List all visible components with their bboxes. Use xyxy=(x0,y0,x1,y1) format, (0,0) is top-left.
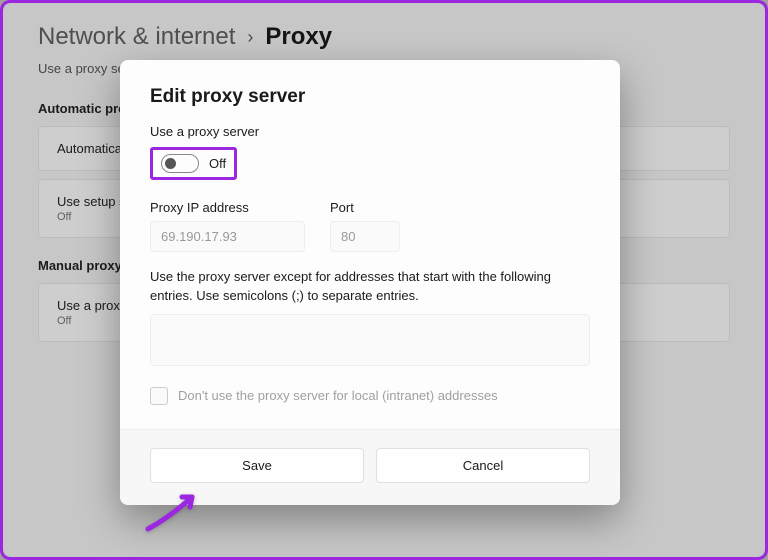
toggle-label: Use a proxy server xyxy=(150,124,590,139)
chevron-right-icon: › xyxy=(247,27,253,48)
cancel-button[interactable]: Cancel xyxy=(376,448,590,483)
breadcrumb-parent[interactable]: Network & internet xyxy=(38,23,235,51)
exceptions-textarea[interactable] xyxy=(150,314,590,366)
page-title: Proxy xyxy=(265,23,332,51)
toggle-state-text: Off xyxy=(209,156,226,171)
use-proxy-toggle[interactable]: Off xyxy=(150,147,237,180)
breadcrumb: Network & internet › Proxy xyxy=(38,23,730,51)
edit-proxy-dialog: Edit proxy server Use a proxy server Off… xyxy=(120,60,620,505)
ip-label: Proxy IP address xyxy=(150,200,305,215)
toggle-switch-icon[interactable] xyxy=(161,154,199,173)
port-label: Port xyxy=(330,200,400,215)
exceptions-help-text: Use the proxy server except for addresse… xyxy=(150,268,590,306)
local-bypass-checkbox[interactable] xyxy=(150,387,168,405)
save-button[interactable]: Save xyxy=(150,448,364,483)
annotation-arrow-icon xyxy=(140,487,210,542)
proxy-port-input[interactable] xyxy=(330,221,400,252)
dialog-title: Edit proxy server xyxy=(150,86,590,108)
local-bypass-label: Don't use the proxy server for local (in… xyxy=(178,388,498,403)
proxy-ip-input[interactable] xyxy=(150,221,305,252)
